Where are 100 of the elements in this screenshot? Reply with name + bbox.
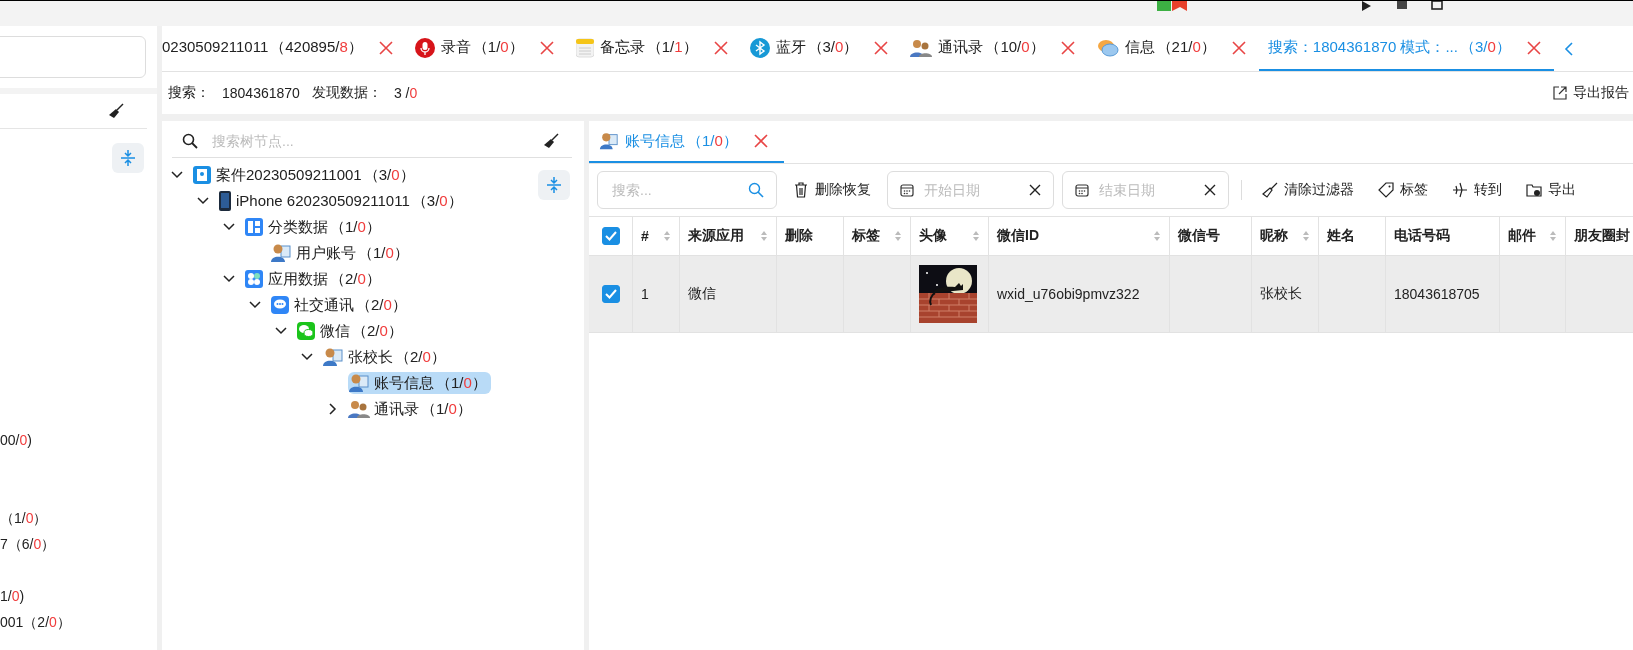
found-label: 发现数据：	[311, 84, 382, 102]
play-icon[interactable]	[1361, 1, 1373, 11]
column-header[interactable]: 电话号码	[1394, 227, 1450, 245]
clear-icon[interactable]	[1204, 184, 1216, 196]
search-icon[interactable]	[748, 182, 764, 198]
tab[interactable]: 备忘录（1/1）	[566, 26, 741, 71]
row-checkbox[interactable]	[601, 285, 620, 303]
node-label[interactable]: 通讯录（1/0）	[374, 399, 472, 419]
collapse-button[interactable]	[538, 170, 570, 200]
calendar-icon	[1075, 183, 1089, 197]
tree-item[interactable]: 001（2/0）	[0, 609, 157, 635]
tree-node[interactable]: 分类数据（1/0）	[244, 216, 385, 238]
close-icon[interactable]	[753, 134, 768, 148]
column-header[interactable]: 微信号	[1178, 227, 1220, 245]
search-field[interactable]	[0, 36, 146, 78]
collapse-button[interactable]	[112, 143, 144, 173]
select-all-checkbox[interactable]	[601, 227, 620, 245]
start-date-input[interactable]: 开始日期	[922, 181, 1021, 199]
found-count: 3 /0	[393, 85, 418, 101]
tree-item[interactable]: 7（6/0）	[0, 531, 157, 557]
apps-icon	[244, 269, 264, 289]
end-date-field[interactable]: 结束日期	[1062, 171, 1229, 209]
close-icon[interactable]	[1231, 40, 1246, 55]
people-icon	[910, 37, 933, 58]
tree-item[interactable]: 1/0)	[0, 583, 157, 609]
node-label[interactable]: 案件20230509211001（3/0）	[216, 165, 415, 185]
plane-icon	[1452, 182, 1468, 198]
external-link-icon[interactable]	[1553, 86, 1567, 100]
column-header[interactable]: 来源应用	[688, 227, 744, 245]
column-header[interactable]: 昵称	[1260, 227, 1288, 245]
start-date-field[interactable]: 开始日期	[887, 171, 1054, 209]
close-icon[interactable]	[874, 40, 889, 55]
restore-button[interactable]: 删除恢复	[785, 181, 879, 199]
close-icon[interactable]	[1526, 40, 1541, 55]
search-icon	[182, 133, 198, 149]
clear-icon[interactable]	[1029, 184, 1041, 196]
node-label[interactable]: 账号信息（1/0）	[374, 373, 487, 393]
table-cell: 微信	[688, 285, 716, 303]
tree-node[interactable]: 应用数据（2/0）	[244, 268, 385, 290]
search-input[interactable]: 搜索...	[610, 181, 740, 199]
export-report-link[interactable]: 导出报告	[1573, 84, 1629, 102]
close-icon[interactable]	[713, 40, 728, 55]
tree-node[interactable]: 张校长（2/0）	[322, 346, 450, 368]
user-card-icon	[348, 373, 370, 393]
node-label[interactable]: 用户账号（1/0）	[296, 243, 409, 263]
column-header[interactable]: #	[641, 228, 649, 244]
case-file-icon	[192, 165, 212, 185]
node-label[interactable]: 微信（2/0）	[320, 321, 403, 341]
tree-item[interactable]: 00/0)	[0, 427, 157, 453]
close-icon[interactable]	[539, 40, 554, 55]
goto-button[interactable]: 转到	[1444, 181, 1510, 199]
close-icon[interactable]	[1060, 40, 1075, 55]
node-label[interactable]: 张校长（2/0）	[348, 347, 446, 367]
tree-node[interactable]: 账号信息（1/0）	[348, 372, 491, 394]
column-header[interactable]: 头像	[919, 227, 947, 245]
user-card-icon	[599, 131, 619, 151]
close-icon[interactable]	[378, 40, 393, 55]
tag-button[interactable]: 标签	[1370, 181, 1436, 199]
chat-bubbles-icon	[1096, 37, 1119, 58]
tab[interactable]: 通讯录（10/0）	[901, 26, 1088, 71]
end-date-input[interactable]: 结束日期	[1097, 181, 1196, 199]
user-card-icon	[322, 347, 344, 367]
user-card-icon	[270, 243, 292, 263]
tab[interactable]: 蓝牙（3/0）	[740, 26, 902, 71]
column-header[interactable]: 标签	[852, 227, 880, 245]
clear-filter-button[interactable]: 清除过滤器	[1254, 181, 1362, 199]
tree-node[interactable]: 用户账号（1/0）	[270, 242, 413, 264]
search-field[interactable]: 搜索树节点...	[210, 132, 530, 150]
column-header[interactable]: 姓名	[1327, 227, 1355, 245]
tab[interactable]: 信息（21/0）	[1087, 26, 1259, 71]
search-field[interactable]: 搜索...	[597, 171, 777, 209]
broom-icon[interactable]	[107, 102, 125, 120]
node-label[interactable]: iPhone 620230509211011（3/0）	[236, 191, 463, 211]
node-label[interactable]: 社交通讯（2/0）	[294, 295, 407, 315]
chevron-left-icon[interactable]	[1563, 41, 1574, 56]
tree-item[interactable]: （1/0）	[0, 505, 157, 531]
tab[interactable]: 录音（1/0）	[405, 26, 567, 71]
tree-node[interactable]: 案件20230509211001（3/0）	[192, 164, 419, 186]
tree-node[interactable]: 社交通讯（2/0）	[270, 294, 411, 316]
export-button[interactable]: 导出	[1518, 181, 1584, 199]
table-row[interactable]: 1 微信 wxid_u76obi9pmvz322 张校长 18043618705	[589, 256, 1633, 333]
column-header[interactable]: 邮件	[1508, 227, 1536, 245]
tree-node[interactable]: 微信（2/0）	[296, 320, 407, 342]
broom-icon[interactable]	[542, 132, 560, 150]
column-header[interactable]: 删除	[785, 227, 813, 245]
column-header[interactable]: 朋友圈封	[1574, 227, 1630, 245]
table-cell: 1	[641, 286, 649, 302]
column-header[interactable]: 微信ID	[997, 227, 1039, 245]
node-label[interactable]: 分类数据（1/0）	[268, 217, 381, 237]
screen-icon[interactable]	[1431, 1, 1443, 10]
tree-node[interactable]: 通讯录（1/0）	[348, 398, 476, 420]
table-cell: 18043618705	[1394, 286, 1480, 302]
tag-icon	[1378, 182, 1394, 198]
table-cell: 张校长	[1260, 285, 1302, 303]
folder-icon	[1526, 182, 1542, 198]
node-label[interactable]: 应用数据（2/0）	[268, 269, 381, 289]
tab[interactable]: 账号信息（1/0）	[589, 121, 784, 163]
tab[interactable]: 0230509211011（420895/8）	[162, 26, 406, 71]
tree-node[interactable]: iPhone 620230509211011（3/0）	[218, 189, 467, 213]
collapse-icon	[120, 149, 136, 167]
